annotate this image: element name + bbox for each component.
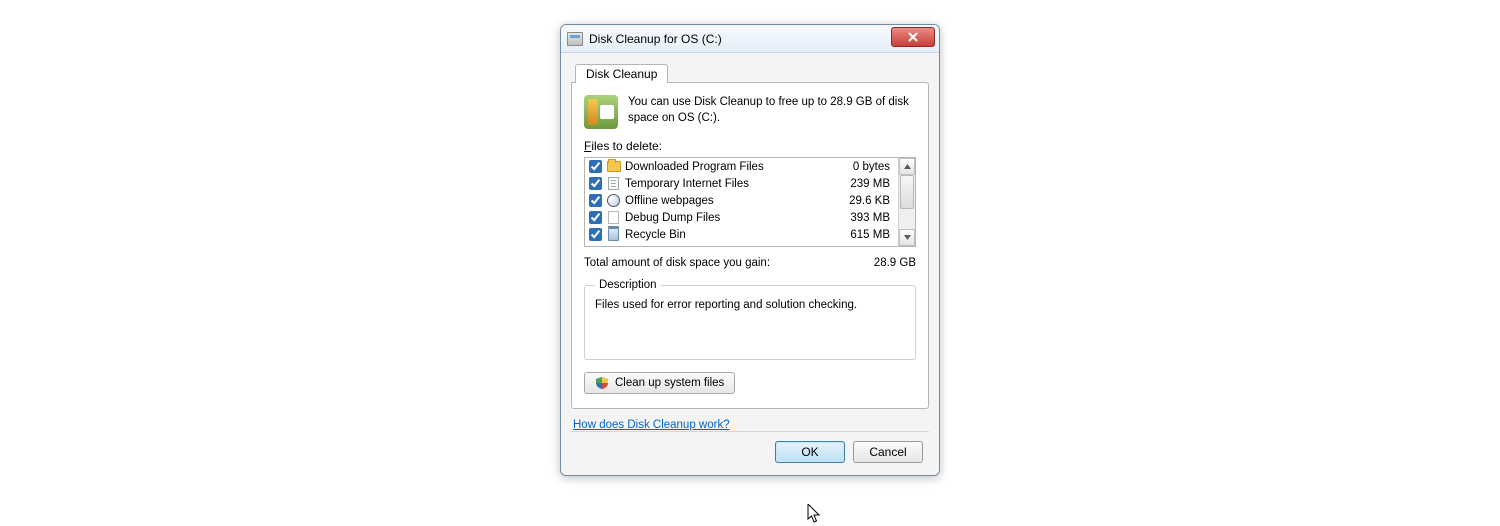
list-item[interactable]: Temporary Internet Files 239 MB <box>585 175 898 192</box>
list-rows: Downloaded Program Files 0 bytes Tempora… <box>585 158 898 246</box>
page-icon <box>606 177 621 191</box>
chevron-up-icon <box>904 164 911 169</box>
files-to-delete-label: Files to delete: <box>584 139 916 153</box>
titlebar[interactable]: Disk Cleanup for OS (C:) <box>561 25 939 53</box>
clean-up-label: Clean up system files <box>615 377 724 389</box>
item-size: 239 MB <box>832 178 892 190</box>
item-size: 393 MB <box>832 212 892 224</box>
folder-icon <box>606 160 621 174</box>
item-checkbox[interactable] <box>589 194 602 207</box>
client-area: Disk Cleanup You can use Disk Cleanup to… <box>561 53 939 475</box>
chevron-down-icon <box>904 235 911 240</box>
list-item[interactable]: Recycle Bin 615 MB <box>585 226 898 243</box>
scroll-up-button[interactable] <box>899 158 915 175</box>
item-checkbox[interactable] <box>589 211 602 224</box>
dialog-footer: OK Cancel <box>571 431 929 465</box>
ok-button[interactable]: OK <box>775 441 845 463</box>
cancel-button[interactable]: Cancel <box>853 441 923 463</box>
item-name: Offline webpages <box>625 195 828 207</box>
tab-disk-cleanup[interactable]: Disk Cleanup <box>575 64 668 83</box>
list-item[interactable]: Offline webpages 29.6 KB <box>585 192 898 209</box>
item-size: 29.6 KB <box>832 195 892 207</box>
description-text: Files used for error reporting and solut… <box>595 299 905 311</box>
description-group: Description Files used for error reporti… <box>584 279 916 360</box>
vertical-scrollbar[interactable] <box>898 158 915 246</box>
tabstrip: Disk Cleanup <box>571 61 929 83</box>
recycle-bin-icon <box>606 228 621 242</box>
globe-icon <box>606 194 621 208</box>
item-checkbox[interactable] <box>589 160 602 173</box>
close-icon <box>908 32 918 42</box>
item-name: Downloaded Program Files <box>625 161 828 173</box>
file-icon <box>606 211 621 225</box>
item-name: Debug Dump Files <box>625 212 828 224</box>
cursor-icon <box>806 504 824 526</box>
app-icon <box>567 32 583 46</box>
tab-panel: You can use Disk Cleanup to free up to 2… <box>571 82 929 409</box>
total-label: Total amount of disk space you gain: <box>584 257 770 269</box>
scroll-thumb[interactable] <box>900 175 914 209</box>
total-row: Total amount of disk space you gain: 28.… <box>584 257 916 269</box>
disk-cleanup-window: Disk Cleanup for OS (C:) Disk Cleanup Yo… <box>560 24 940 476</box>
clean-up-system-files-button[interactable]: Clean up system files <box>584 372 735 394</box>
description-legend: Description <box>595 279 661 291</box>
total-value: 28.9 GB <box>874 257 916 269</box>
window-title: Disk Cleanup for OS (C:) <box>589 32 722 46</box>
scroll-down-button[interactable] <box>899 229 915 246</box>
disk-cleanup-icon <box>584 95 618 129</box>
close-button[interactable] <box>891 27 935 47</box>
files-listbox[interactable]: Downloaded Program Files 0 bytes Tempora… <box>584 157 916 247</box>
item-name: Recycle Bin <box>625 229 828 241</box>
intro-row: You can use Disk Cleanup to free up to 2… <box>584 95 916 129</box>
item-size: 0 bytes <box>832 161 892 173</box>
item-size: 615 MB <box>832 229 892 241</box>
item-checkbox[interactable] <box>589 177 602 190</box>
help-link[interactable]: How does Disk Cleanup work? <box>573 419 730 431</box>
intro-text: You can use Disk Cleanup to free up to 2… <box>628 95 916 129</box>
scroll-track[interactable] <box>899 175 915 229</box>
item-checkbox[interactable] <box>589 228 602 241</box>
list-item[interactable]: Downloaded Program Files 0 bytes <box>585 158 898 175</box>
item-name: Temporary Internet Files <box>625 178 828 190</box>
files-label-rest: iles to delete: <box>591 139 662 153</box>
list-item[interactable]: Debug Dump Files 393 MB <box>585 209 898 226</box>
shield-icon <box>595 376 609 390</box>
